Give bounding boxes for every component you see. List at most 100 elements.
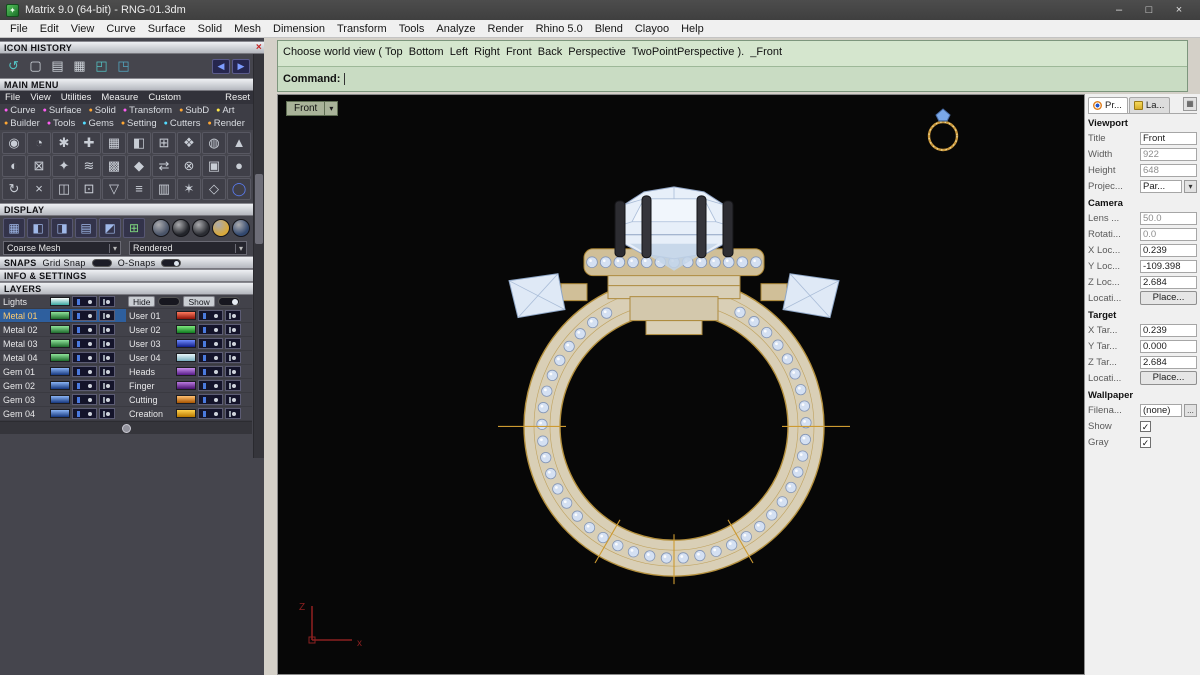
property-value[interactable]: 2.684 — [1140, 355, 1197, 369]
tb-center-icon[interactable]: ⊡ — [77, 178, 101, 200]
main-menu-measure[interactable]: Measure — [101, 92, 138, 103]
property-value[interactable]: Front — [1140, 131, 1197, 145]
layer-color-swatch[interactable] — [176, 325, 196, 334]
layer-lock-toggle[interactable] — [99, 394, 115, 405]
checkbox[interactable]: ✓ — [1140, 436, 1151, 448]
property-value[interactable]: -109.398 — [1140, 259, 1197, 273]
layer-visibility-toggle[interactable] — [198, 366, 223, 377]
layer-lock-toggle[interactable] — [225, 310, 241, 321]
display-wire-icon[interactable]: ▦ — [3, 218, 25, 238]
tb-gem-icon[interactable]: ◇ — [202, 178, 226, 200]
layer-row-user-02[interactable]: User 02 — [126, 323, 252, 337]
layer-color-swatch[interactable] — [50, 367, 70, 376]
tb-rows-icon[interactable]: ▥ — [152, 178, 176, 200]
layer-lock-toggle[interactable] — [99, 366, 115, 377]
left-panel-scrollbar[interactable] — [253, 54, 264, 458]
menu-file[interactable]: File — [4, 23, 34, 35]
history-back-icon[interactable]: ◀ — [212, 58, 230, 74]
tab-properties[interactable]: Pr... — [1088, 97, 1128, 113]
menu-solid[interactable]: Solid — [192, 23, 228, 35]
layer-lock-toggle[interactable] — [225, 408, 241, 419]
panel-options-icon[interactable]: ▦ — [1183, 97, 1197, 111]
menu-mesh[interactable]: Mesh — [228, 23, 267, 35]
tb-grid-icon[interactable]: ▦ — [102, 132, 126, 154]
menu-edit[interactable]: Edit — [34, 23, 65, 35]
tb-erase-icon[interactable]: × — [27, 178, 51, 200]
menu-render[interactable]: Render — [482, 23, 530, 35]
tb-ring-tool-icon[interactable]: ◯ — [227, 178, 251, 200]
render-sphere-icon[interactable] — [172, 219, 190, 237]
layer-visibility-toggle[interactable] — [198, 338, 223, 349]
layer-row-user-03[interactable]: User 03 — [126, 337, 252, 351]
layer-color-swatch[interactable] — [176, 381, 196, 390]
main-menu-reset[interactable]: Reset — [225, 92, 250, 103]
place-button[interactable]: Place... — [1140, 291, 1197, 305]
display-half-right-icon[interactable]: ◨ — [51, 218, 73, 238]
layer-visibility-toggle[interactable] — [198, 380, 223, 391]
tb-split-icon[interactable]: ◧ — [127, 132, 151, 154]
export-icon[interactable]: ◳ — [114, 57, 133, 75]
render-sphere-icon[interactable] — [212, 219, 230, 237]
tb-layers-tool-icon[interactable]: ≡ — [127, 178, 151, 200]
tb-swap-icon[interactable]: ⇄ — [152, 155, 176, 177]
layer-row-metal-01[interactable]: Metal 01 — [0, 309, 126, 323]
menu-cat-tools[interactable]: ● Tools — [47, 118, 75, 129]
menu-cat-curve[interactable]: ● Curve — [4, 105, 36, 116]
maximize-icon[interactable]: □ — [1134, 1, 1164, 19]
tb-sparkle-icon[interactable]: ✦ — [52, 155, 76, 177]
layer-lock-toggle[interactable] — [225, 394, 241, 405]
layer-row-gem-04[interactable]: Gem 04 — [0, 407, 126, 421]
menu-clayoo[interactable]: Clayoo — [629, 23, 675, 35]
layer-visibility-toggle[interactable] — [72, 352, 97, 363]
layer-visibility-toggle[interactable] — [72, 366, 97, 377]
main-menu-custom[interactable]: Custom — [148, 92, 181, 103]
mesh-mode-dropdown[interactable]: Coarse Mesh ▾ — [3, 241, 121, 255]
scroll-knob[interactable] — [121, 423, 131, 433]
command-prompt[interactable]: Command: — [278, 67, 1187, 91]
notes-icon[interactable]: ▤ — [48, 57, 67, 75]
layer-lock-toggle[interactable] — [99, 380, 115, 391]
tb-taper-icon[interactable]: ▽ — [102, 178, 126, 200]
layer-row-lights[interactable]: Lights — [0, 295, 126, 309]
menu-cat-transform[interactable]: ● Transform — [123, 105, 172, 116]
layer-lock-toggle[interactable] — [99, 296, 115, 307]
layer-color-swatch[interactable] — [176, 395, 196, 404]
menu-cat-solid[interactable]: ● Solid — [89, 105, 116, 116]
minimize-icon[interactable]: – — [1104, 1, 1134, 19]
grid-snap-toggle[interactable] — [91, 258, 112, 267]
viewport-menu-arrow-icon[interactable]: ▾ — [325, 101, 339, 116]
layer-lock-toggle[interactable] — [225, 352, 241, 363]
layer-visibility-toggle[interactable] — [72, 408, 97, 419]
layer-visibility-toggle[interactable] — [72, 296, 97, 307]
layer-color-swatch[interactable] — [50, 325, 70, 334]
viewport-front[interactable]: Front ▾ Z x — [277, 94, 1084, 675]
menu-dimension[interactable]: Dimension — [267, 23, 331, 35]
render-sphere-icon[interactable] — [232, 219, 250, 237]
layer-visibility-toggle[interactable] — [198, 310, 223, 321]
tb-hatch-icon[interactable]: ▩ — [102, 155, 126, 177]
menu-cat-surface[interactable]: ● Surface — [43, 105, 82, 116]
property-value[interactable]: 0.239 — [1140, 323, 1197, 337]
place-button[interactable]: Place... — [1140, 371, 1197, 385]
tb-gem-tool-icon[interactable]: ❖ — [177, 132, 201, 154]
tb-pointer-icon[interactable]: ◉ — [2, 132, 26, 154]
render-mode-dropdown[interactable]: Rendered ▾ — [129, 241, 247, 255]
layer-color-swatch[interactable] — [50, 395, 70, 404]
browse-button[interactable]: ... — [1184, 403, 1197, 417]
menu-cat-cutters[interactable]: ● Cutters — [164, 118, 201, 129]
menu-blend[interactable]: Blend — [589, 23, 629, 35]
chevron-down-icon[interactable]: ▾ — [1184, 179, 1197, 193]
tb-history-icon[interactable]: ◔ — [27, 132, 51, 154]
layer-row-finger[interactable]: Finger — [126, 379, 252, 393]
layer-color-swatch[interactable] — [176, 353, 196, 362]
display-corner-icon[interactable]: ◩ — [99, 218, 121, 238]
layer-visibility-toggle[interactable] — [198, 352, 223, 363]
layer-visibility-toggle[interactable] — [198, 408, 223, 419]
tb-dot-icon[interactable]: ● — [227, 155, 251, 177]
close-icon[interactable]: × — [1164, 1, 1194, 19]
layer-row-gem-02[interactable]: Gem 02 — [0, 379, 126, 393]
layer-visibility-toggle[interactable] — [72, 324, 97, 335]
viewport-title-button[interactable]: Front — [286, 101, 326, 116]
layer-color-swatch[interactable] — [50, 409, 70, 418]
close-icon[interactable]: × — [256, 42, 262, 54]
